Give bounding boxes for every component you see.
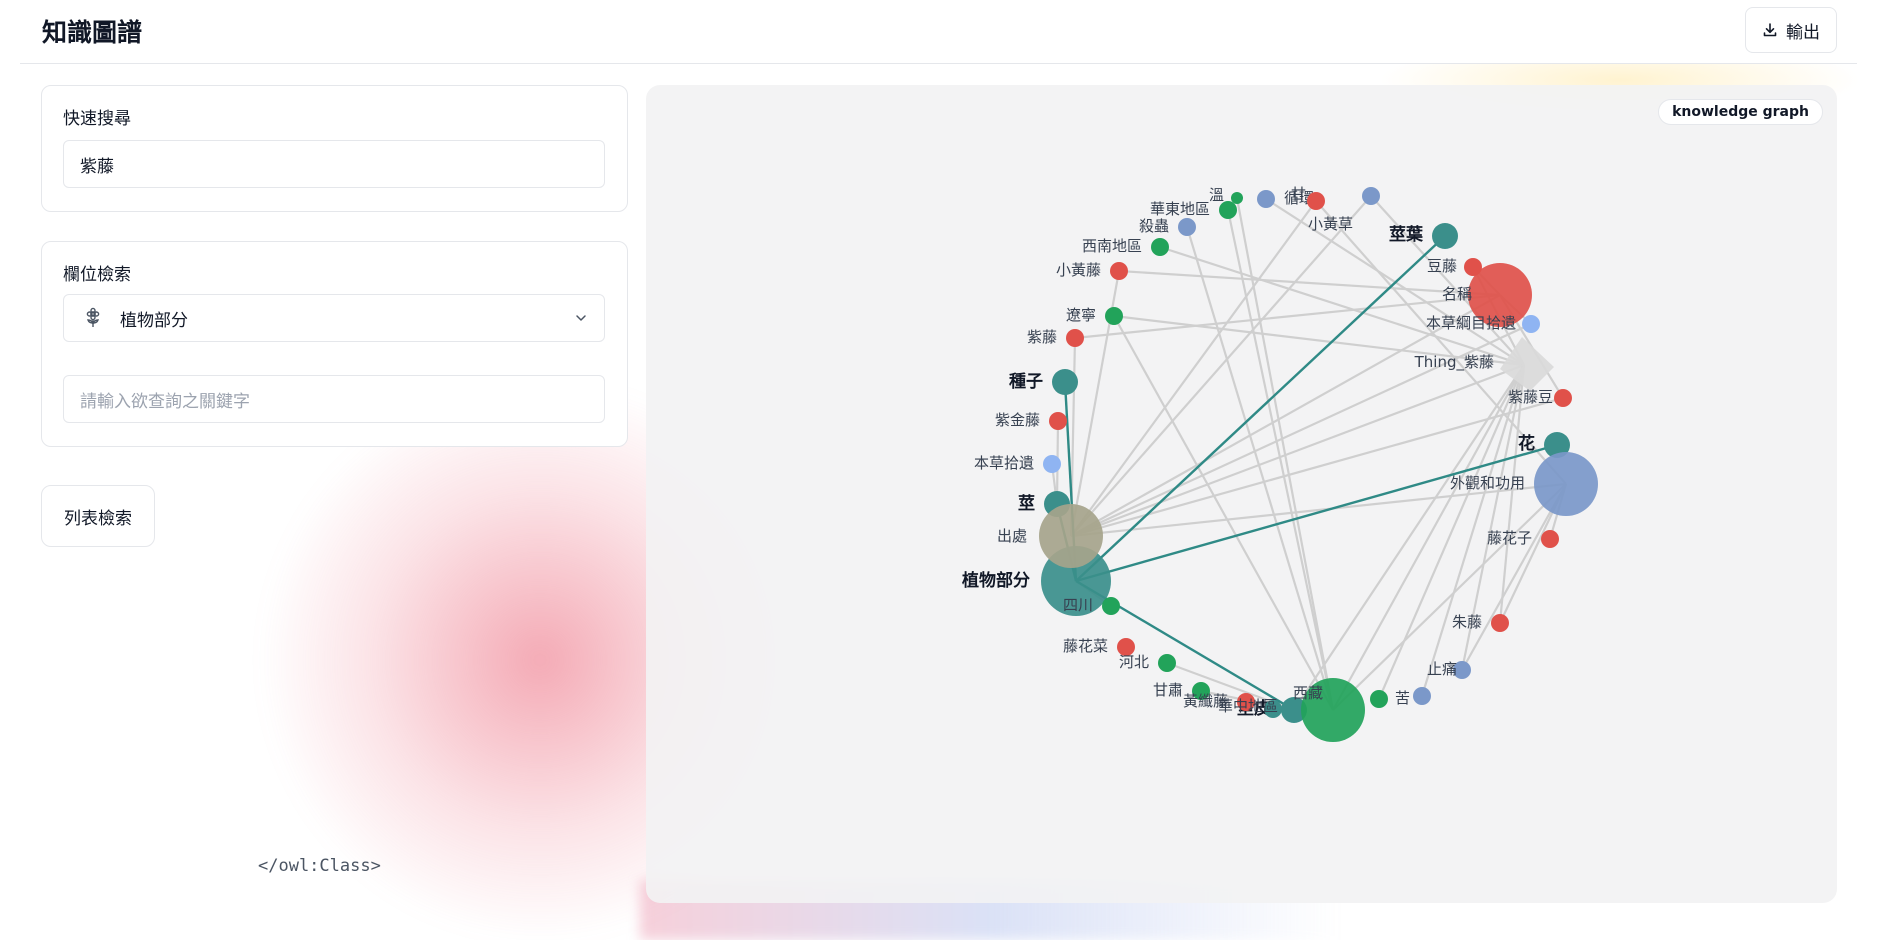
- graph-node-label: 豆藤: [1427, 257, 1457, 275]
- graph-node-label: 殺蟲: [1139, 217, 1169, 235]
- graph-node-thing[interactable]: [1500, 337, 1554, 391]
- graph-node-label: Thing_紫藤: [1414, 353, 1494, 372]
- graph-node-seed[interactable]: [1052, 369, 1078, 395]
- graph-node-label: 甘肅: [1153, 681, 1183, 699]
- graph-node-label: 莖: [1018, 494, 1035, 514]
- graph-node-origin[interactable]: [1039, 504, 1103, 568]
- graph-node-n4[interactable]: [1257, 190, 1275, 208]
- field-search-card: 欄位檢索 植物部分 請輸入欲查詢之關鍵字: [41, 241, 628, 447]
- knowledge-graph-badge: knowledge graph: [1658, 99, 1823, 125]
- graph-node-label: 莖葉: [1389, 224, 1424, 245]
- graph-node-label: 植物部分: [962, 570, 1030, 591]
- graph-node-label: 苦: [1395, 689, 1410, 707]
- graph-node-n3[interactable]: [1178, 218, 1196, 236]
- graph-node-label: 本草拾遺: [974, 454, 1034, 472]
- graph-node-n26[interactable]: [1413, 687, 1431, 705]
- quick-search-card: 快速搜尋 紫藤: [41, 85, 628, 212]
- graph-node-label: 溫: [1209, 186, 1224, 204]
- graph-node-leaf[interactable]: [1432, 223, 1458, 249]
- graph-node-label: 遼寧: [1066, 306, 1096, 324]
- graph-node-label: 花: [1518, 433, 1535, 454]
- quick-search-label: 快速搜尋: [63, 109, 131, 129]
- graph-node-label: 種子: [1009, 371, 1043, 392]
- graph-node-n17[interactable]: [1102, 597, 1120, 615]
- graph-node-label: 紫藤豆: [1508, 388, 1553, 406]
- graph-node-label: 朱藤: [1452, 613, 1482, 631]
- graph-node-n19[interactable]: [1491, 614, 1509, 632]
- knowledge-graph-canvas[interactable]: 植物部分種子莖莖葉花莖皮出處名稱外觀和功用西藏Thing_紫藤華東地區溫殺蟲循環…: [646, 85, 1837, 903]
- graph-node-label: 河北: [1119, 653, 1149, 671]
- field-select[interactable]: 植物部分: [63, 294, 605, 342]
- graph-node-label: 西藏: [1293, 684, 1323, 702]
- graph-node-n10[interactable]: [1105, 307, 1123, 325]
- download-icon: [1763, 23, 1777, 37]
- graph-node-label: 小黃藤: [1056, 261, 1101, 279]
- field-select-value: 植物部分: [120, 310, 188, 331]
- graph-edge: [1070, 363, 1525, 538]
- graph-node-label: 四川: [1063, 596, 1093, 614]
- quick-search-input[interactable]: 紫藤: [63, 140, 605, 188]
- graph-node-label: 藤花子: [1487, 529, 1532, 547]
- graph-node-label: 華中地區: [1218, 697, 1278, 715]
- graph-node-n7[interactable]: [1362, 187, 1380, 205]
- graph-node-n8[interactable]: [1110, 262, 1128, 280]
- graph-node-n13[interactable]: [1554, 389, 1572, 407]
- chevron-down-icon: [576, 315, 586, 321]
- owl-class-text: </owl:Class>: [258, 856, 381, 876]
- graph-node-n2[interactable]: [1231, 192, 1243, 204]
- graph-node-label: 小黃草: [1308, 215, 1353, 233]
- graph-node-n5[interactable]: [1307, 192, 1325, 210]
- graph-node-n15[interactable]: [1043, 455, 1061, 473]
- graph-node-n24[interactable]: [1370, 690, 1388, 708]
- app-header: 知識圖譜 輸出: [20, 0, 1857, 64]
- export-label: 輸出: [1786, 22, 1820, 43]
- graph-node-n11[interactable]: [1066, 329, 1084, 347]
- graph-node-n20[interactable]: [1158, 654, 1176, 672]
- graph-node-label: 外觀和功用: [1450, 474, 1525, 492]
- graph-node-label: 紫金藤: [995, 411, 1040, 429]
- list-search-button[interactable]: 列表檢索: [41, 485, 155, 547]
- graph-node-label: 甘: [1291, 185, 1306, 203]
- graph-node-n12[interactable]: [1522, 315, 1540, 333]
- graph-node-label: 本草綱目拾遺: [1426, 314, 1516, 332]
- page-title: 知識圖譜: [42, 18, 143, 47]
- graph-node-n16[interactable]: [1541, 530, 1559, 548]
- export-button[interactable]: 輸出: [1745, 7, 1837, 53]
- keyword-input[interactable]: 請輸入欲查詢之關鍵字: [63, 375, 605, 423]
- graph-node-label: 西南地區: [1082, 237, 1142, 255]
- graph-node-n6[interactable]: [1151, 238, 1169, 256]
- graph-node-n14[interactable]: [1049, 412, 1067, 430]
- field-search-label: 欄位檢索: [63, 265, 131, 285]
- graph-node-label: 藤花菜: [1063, 637, 1108, 655]
- graph-node-label: 紫藤: [1027, 328, 1057, 346]
- graph-node-n9[interactable]: [1464, 258, 1482, 276]
- knowledge-graph-panel[interactable]: 植物部分 種子莖莖葉花莖皮 出處 名稱 外觀和功用 西藏 Thing_紫藤 華東地區溫殺蟲 循環…: [646, 85, 1837, 903]
- graph-node-label: 華東地區: [1150, 200, 1210, 218]
- flower-icon: [86, 307, 100, 327]
- graph-node-label: 止痛: [1427, 660, 1457, 678]
- graph-node-appearance[interactable]: [1534, 452, 1598, 516]
- graph-node-label: 名稱: [1442, 285, 1472, 303]
- graph-node-label: 出處: [997, 527, 1027, 545]
